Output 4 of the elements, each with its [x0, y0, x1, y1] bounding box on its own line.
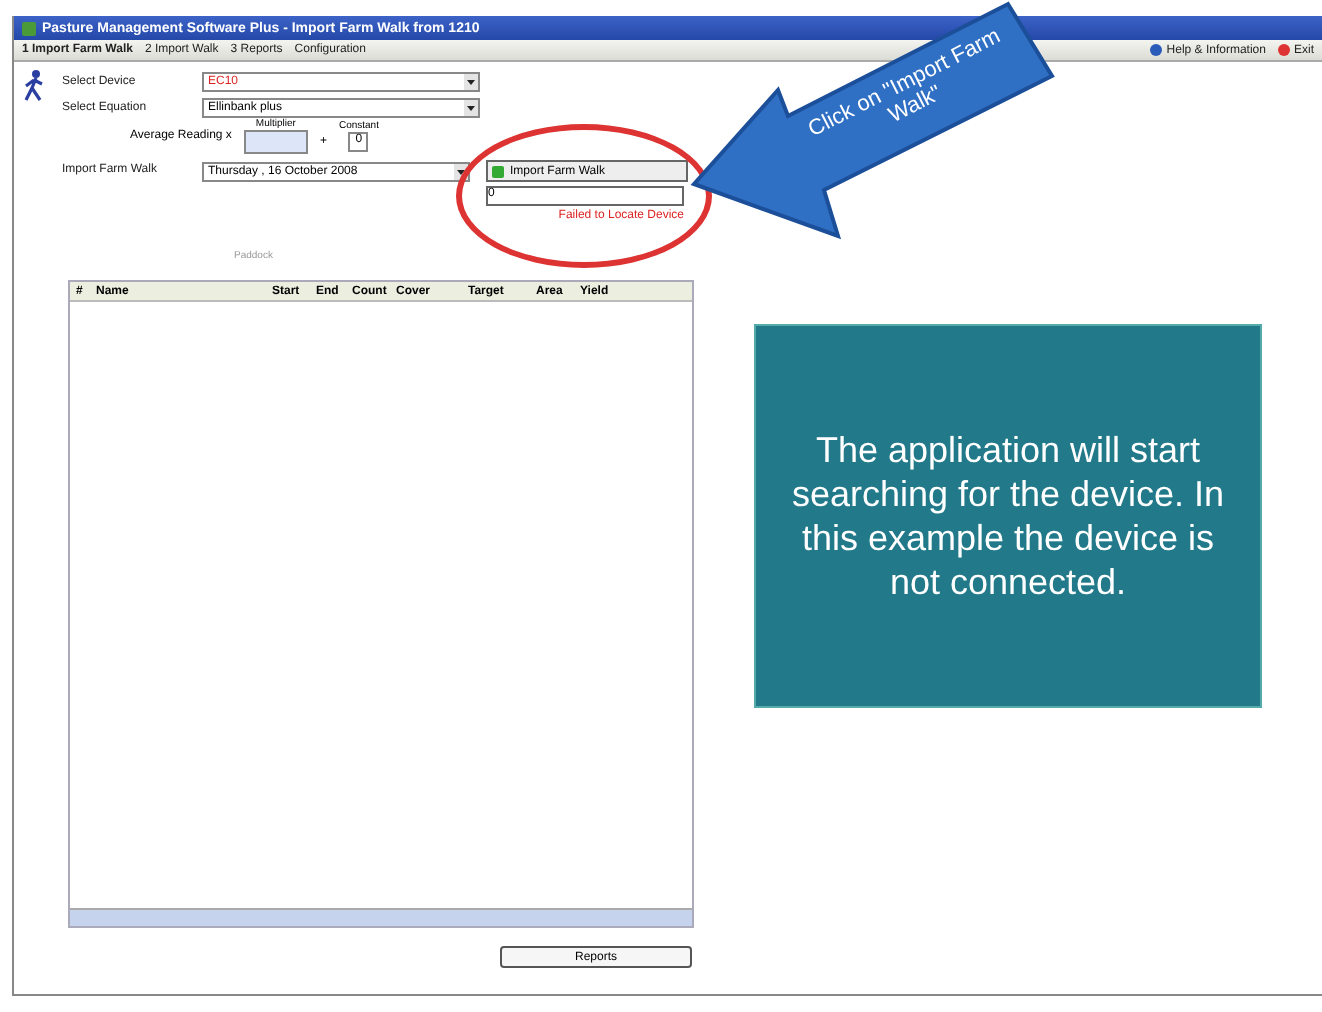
walking-person-icon	[22, 70, 46, 102]
horizontal-scrollbar[interactable]	[70, 908, 692, 926]
multiplier-field[interactable]	[243, 130, 308, 154]
info-box: The application will start searching for the device. In this example the device is not connected.	[754, 324, 1262, 708]
